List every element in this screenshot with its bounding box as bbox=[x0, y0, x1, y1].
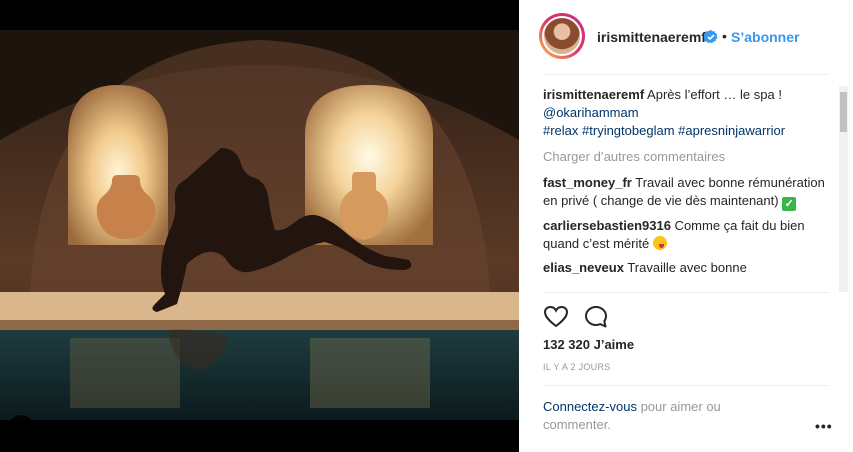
heart-outline-icon[interactable] bbox=[543, 304, 569, 330]
caption-text: Après l’effort … le spa ! bbox=[644, 87, 782, 102]
scrollbar-thumb[interactable] bbox=[840, 92, 847, 132]
list-item: carliersebastien9316 Comme ça fait du bi… bbox=[543, 217, 835, 253]
hashtags-link[interactable]: #relax #tryingtobeglam #apresninjawarrio… bbox=[543, 123, 785, 138]
footer-divider bbox=[543, 385, 829, 386]
list-item: fast_money_fr Travail avec bonne rémunér… bbox=[543, 174, 835, 211]
likes-count[interactable]: 132 320 J’aime bbox=[543, 337, 634, 352]
check-mark-emoji: ✓ bbox=[782, 197, 797, 211]
separator-dot: • bbox=[722, 28, 727, 44]
comments-scrollbar[interactable] bbox=[839, 86, 848, 292]
face-tongue-emoji bbox=[652, 236, 667, 250]
load-more-comments[interactable]: Charger d’autres commentaires bbox=[543, 148, 835, 166]
comment-text: Travaille avec bonne bbox=[623, 260, 747, 275]
comments-divider bbox=[543, 292, 829, 293]
header-username[interactable]: irismittenaeremf bbox=[597, 29, 706, 45]
comment-username[interactable]: fast_money_fr bbox=[543, 175, 632, 190]
comment-username[interactable]: carliersebastien9316 bbox=[543, 218, 671, 233]
avatar-image bbox=[542, 16, 582, 56]
caption: irismittenaeremf Après l’effort … le spa… bbox=[543, 86, 835, 140]
post-timestamp[interactable]: IL Y A 2 JOURS bbox=[543, 362, 611, 372]
list-item: elias_neveux Travaille avec bonne bbox=[543, 259, 835, 277]
caption-username[interactable]: irismittenaeremf bbox=[543, 87, 644, 102]
login-link[interactable]: Connectez-vous bbox=[543, 399, 637, 414]
post-side-panel: irismittenaeremf • S’abonner irismittena… bbox=[519, 0, 853, 452]
speech-bubble-icon[interactable] bbox=[583, 304, 609, 330]
comment-username[interactable]: elias_neveux bbox=[543, 260, 624, 275]
header-divider bbox=[543, 74, 829, 75]
avatar[interactable] bbox=[539, 13, 585, 59]
follow-button[interactable]: S’abonner bbox=[731, 29, 799, 45]
login-prompt: Connectez-vous pour aimer ou commenter. bbox=[543, 398, 783, 434]
mention-link[interactable]: @okarihammam bbox=[543, 105, 639, 120]
more-options-button[interactable]: ••• bbox=[815, 418, 833, 434]
post-photo[interactable] bbox=[0, 30, 519, 420]
post-header: irismittenaeremf • S’abonner bbox=[519, 0, 853, 74]
verified-badge-icon bbox=[704, 30, 718, 44]
letterbox-bar bbox=[0, 420, 519, 452]
comments-list[interactable]: irismittenaeremf Après l’effort … le spa… bbox=[543, 86, 835, 292]
